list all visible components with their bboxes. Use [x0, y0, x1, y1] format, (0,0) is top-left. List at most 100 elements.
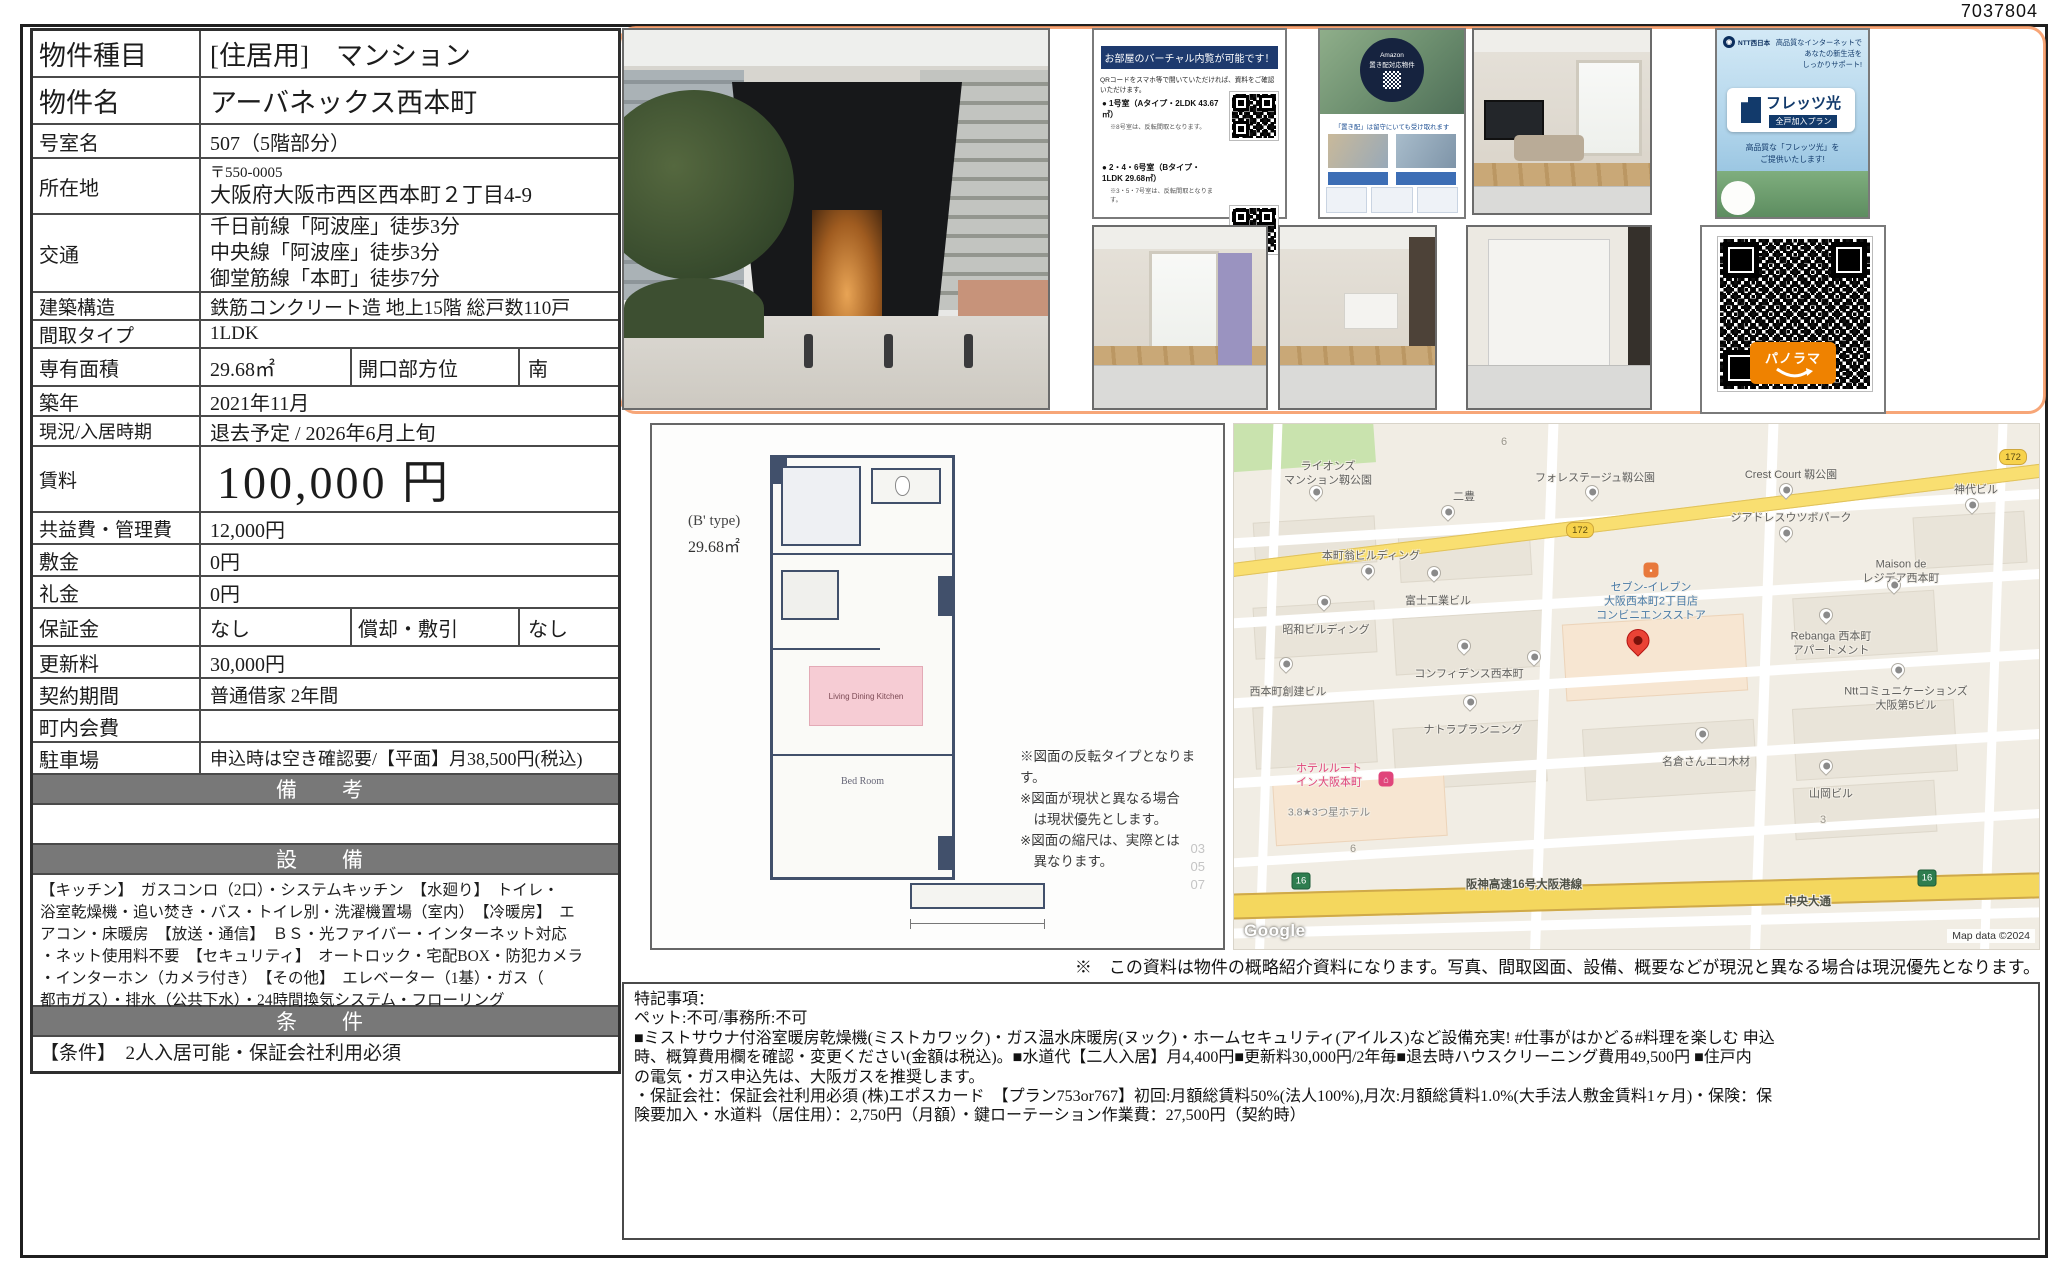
- row-label: 建築構造: [33, 293, 201, 319]
- row-label-2: 償却・敷引: [352, 609, 520, 645]
- map-pin-icon: [1776, 523, 1796, 543]
- panorama-arrow-icon: [1773, 367, 1813, 379]
- floor-plan-wall-line: [773, 648, 880, 650]
- row-value: 0円: [201, 577, 618, 607]
- row-value: アーバネックス西本町: [201, 78, 618, 123]
- panorama-badge: パノラマ: [1750, 342, 1836, 384]
- map-label: 中央大通: [1785, 895, 1831, 909]
- photo-ceiling: [1474, 30, 1650, 52]
- table-row-area: 専有面積 29.68㎡ 開口部方位 南: [33, 349, 618, 387]
- row-value: 〒550-0005 大阪府大阪市西区西本町２丁目4-9: [201, 159, 618, 213]
- hallway-photo: [1092, 225, 1268, 410]
- photo-cabinet: [1344, 293, 1398, 329]
- row-value: [住居用] マンション: [201, 31, 618, 76]
- floor-plan-kitchen-counter: [781, 570, 839, 620]
- amazon-badge: Amazon 置き配対応物件: [1360, 38, 1424, 102]
- photo-bollard: [804, 334, 813, 368]
- panorama-label: パノラマ: [1765, 348, 1821, 367]
- row-value: 申込時は空き確認要/【平面】月38,500円(税込): [201, 743, 618, 773]
- amazon-bottom-strip: [1326, 187, 1458, 213]
- map-label: 6: [1501, 436, 1507, 450]
- map-label: 神代ビル: [1954, 484, 1998, 498]
- virtual-tour-item-1: ● 1号室（Aタイプ・2LDK 43.67㎡） ※8号室は、反転間取となります。: [1102, 98, 1220, 131]
- flets-message: 高品質な「フレッツ光」を ご提供いたします!: [1717, 142, 1868, 165]
- photo-shrub: [624, 278, 764, 338]
- postal-code: 〒550-0005: [210, 165, 283, 182]
- table-row-access: 交通 千日前線「阿波座」徒歩3分 中央線「阿波座」徒歩3分 御堂筋線「本町」徒歩…: [33, 215, 618, 293]
- disclaimer-text: ※ この資料は物件の概略紹介資料になります。写真、間取図面、設備、概要などが現況…: [622, 953, 2040, 978]
- qr-finder: [1831, 242, 1867, 278]
- floor-plan-watermark: 03 05 07: [1191, 840, 1205, 895]
- table-row-key-money: 礼金 0円: [33, 577, 618, 609]
- remarks-header: 備 考: [33, 775, 618, 805]
- row-label: 更新料: [33, 647, 201, 677]
- photo-matting: [1094, 365, 1266, 408]
- floor-plan-wall: [938, 836, 952, 870]
- floor-plan-area-label: 29.68㎡: [688, 533, 740, 557]
- flets-logo-main: フレッツ光: [1766, 92, 1841, 113]
- row-value-2: なし: [520, 609, 618, 645]
- row-value: 0円: [201, 545, 618, 575]
- map-label: Rebanga 西本町 アパートメント: [1791, 630, 1872, 658]
- row-value: 退去予定 / 2026年6月上旬: [201, 417, 618, 445]
- photo-matting: [1474, 186, 1650, 213]
- flets-logo-sub: 全戸加入プラン: [1769, 115, 1837, 128]
- map-label: 名倉さんエコ木材: [1662, 756, 1750, 770]
- row-label: 交通: [33, 215, 201, 291]
- floor-plan-wall-line: [773, 754, 952, 756]
- map-attribution: Map data ©2024: [1947, 929, 2035, 943]
- table-row-layout: 間取タイプ 1LDK: [33, 321, 618, 349]
- row-value: 30,000円: [201, 647, 618, 677]
- virtual-tour-item-note: ※8号室は、反転間取となります。: [1102, 122, 1220, 131]
- table-row-contract: 契約期間 普通借家 2年間: [33, 679, 618, 711]
- table-row-property-name: 物件名 アーバネックス西本町: [33, 78, 618, 125]
- row-label: 契約期間: [33, 679, 201, 709]
- map-label: 3: [1820, 814, 1826, 828]
- remarks-cell: [33, 805, 618, 845]
- photo-dark-edge: [1628, 227, 1650, 370]
- photo-couch: [1514, 135, 1584, 161]
- qr-finder: [1259, 209, 1275, 225]
- row-label: 物件種目: [33, 31, 201, 76]
- map-label: ジアドレスウツボパーク: [1731, 512, 1852, 526]
- photo-bollard: [964, 334, 973, 368]
- map-label: ライオンズ マンション靱公園: [1284, 460, 1372, 488]
- floor-plan-toilet: [895, 476, 910, 496]
- flets-logo-card: フレッツ光 全戸加入プラン: [1727, 88, 1855, 132]
- photo-door-panel: [1488, 239, 1610, 371]
- document-number: 7037804: [1961, 1, 2038, 22]
- amazon-image-2: [1396, 134, 1456, 168]
- table-row-fees: 共益費・管理費 12,000円: [33, 513, 618, 545]
- row-value: 1LDK: [201, 321, 618, 347]
- virtual-tour-item-label: ● 2・4・6号室（Bタイプ・1LDK 29.68㎡）: [1102, 162, 1220, 184]
- rent-value: 100,000 円: [201, 447, 618, 511]
- map-label: 富士工業ビル: [1405, 595, 1471, 609]
- map-label: Maison de レジデア西本町: [1863, 558, 1940, 586]
- ntt-mark-icon: ◉: [1723, 36, 1735, 48]
- equipment-header: 設 備: [33, 845, 618, 875]
- row-label: 現況/入居時期: [33, 417, 201, 445]
- amazon-badge-text: Amazon 置き配対応物件: [1369, 52, 1415, 69]
- ntt-brand-text: NTT西日本: [1738, 37, 1770, 47]
- table-row-association: 町内会費: [33, 711, 618, 743]
- qr-finder: [1259, 95, 1275, 111]
- map-label: 阪神高速16号大阪港線: [1466, 878, 1582, 892]
- map-label: 本町翁ビルディング: [1322, 550, 1420, 564]
- row-value: 千日前線「阿波座」徒歩3分 中央線「阿波座」徒歩3分 御堂筋線「本町」徒歩7分: [201, 215, 618, 291]
- address-text: 大阪府大阪市西区西本町２丁目4-9: [210, 183, 532, 207]
- virtual-tour-item-note: ※3・5・7号室は、反転間取となります。: [1102, 186, 1220, 204]
- row-label: 専有面積: [33, 349, 201, 385]
- row-label: 町内会費: [33, 711, 201, 741]
- row-label: 賃料: [33, 447, 201, 511]
- photo-tv: [1484, 100, 1544, 140]
- photo-door: [1218, 253, 1252, 371]
- map-label: 昭和ビルディング: [1282, 624, 1369, 638]
- flets-hikari-flyer: ◉ NTT西日本 高品質なインターネットで あなたの新生活を しっかりサポート!…: [1715, 28, 1870, 219]
- photo-window: [1149, 251, 1219, 353]
- table-row-parking: 駐車場 申込時は空き確認要/【平面】月38,500円(税込): [33, 743, 618, 775]
- virtual-tour-panel: お部屋のバーチャル内覧が可能です！ QRコードをスマホ等で開いていただければ、資…: [1092, 28, 1287, 219]
- map-shop-icon: ▪: [1644, 563, 1659, 578]
- row-value: 2021年11月: [201, 387, 618, 415]
- building-icon: [1741, 97, 1761, 123]
- floor-plan-bedroom-label: Bed Room: [773, 776, 952, 787]
